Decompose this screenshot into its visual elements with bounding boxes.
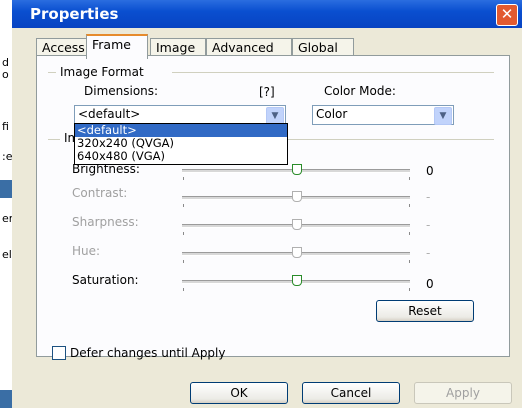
slider-value: -	[426, 246, 431, 260]
dimension-option[interactable]: 640x480 (VGA)	[75, 150, 287, 163]
background-text: o	[2, 68, 9, 81]
slider-thumb	[292, 191, 302, 202]
slider-tick	[409, 177, 410, 180]
ok-button[interactable]: OK	[190, 382, 288, 404]
reset-button[interactable]: Reset	[376, 300, 474, 322]
background-bar	[0, 180, 12, 198]
dimensions-label: Dimensions:	[84, 84, 159, 98]
slider-tick	[183, 260, 184, 263]
cancel-button[interactable]: Cancel	[302, 382, 400, 404]
slider-tick	[183, 204, 184, 207]
slider-tick	[409, 260, 410, 263]
chevron-down-icon[interactable]: ▼	[434, 107, 452, 125]
slider-tick	[183, 232, 184, 235]
slider-label-hue: Hue:	[72, 244, 101, 258]
dimensions-select[interactable]: <default> ▼	[74, 105, 286, 125]
group-border	[48, 72, 56, 73]
color-mode-select[interactable]: Color ▼	[312, 105, 454, 125]
slider-tick	[183, 288, 184, 291]
slider-thumb[interactable]	[292, 164, 302, 175]
image-format-group-label: Image Format	[58, 65, 146, 79]
slider-thumb	[292, 219, 302, 230]
background-text: :e	[2, 150, 13, 163]
slider-tick	[409, 204, 410, 207]
slider-thumb	[292, 247, 302, 258]
dimensions-dropdown-list: <default> 320x240 (QVGA) 640x480 (VGA)	[74, 123, 288, 165]
group-border	[172, 72, 494, 73]
defer-checkbox-label: Defer changes until Apply	[70, 346, 226, 360]
color-mode-select-value: Color	[316, 107, 348, 121]
slider-tick	[409, 288, 410, 291]
group-border	[288, 139, 494, 140]
dimensions-select-value: <default>	[78, 107, 141, 121]
color-mode-label: Color Mode:	[324, 84, 396, 98]
properties-dialog: Properties ✕ Access Frame Image Advanced…	[12, 0, 522, 408]
slider-label-sharpness: Sharpness:	[72, 215, 139, 229]
slider-thumb[interactable]	[292, 275, 302, 286]
title-bar[interactable]: Properties ✕	[12, 0, 522, 28]
group-border	[48, 139, 60, 140]
close-icon: ✕	[500, 5, 514, 23]
slider-value: 0	[426, 277, 434, 291]
slider-label-contrast: Contrast:	[72, 186, 128, 200]
slider-tick	[183, 177, 184, 180]
help-link[interactable]: [?]	[259, 85, 275, 99]
slider-label-saturation: Saturation:	[72, 273, 139, 287]
slider-tick	[409, 232, 410, 235]
background-text: fi	[2, 120, 9, 133]
close-button[interactable]: ✕	[496, 4, 518, 26]
dialog-title: Properties	[30, 5, 119, 23]
slider-value: -	[426, 190, 431, 204]
apply-button[interactable]: Apply	[414, 382, 512, 404]
background-bar	[0, 390, 12, 408]
tab-frame[interactable]: Frame	[86, 34, 148, 59]
defer-checkbox[interactable]	[52, 346, 66, 360]
slider-value: -	[426, 218, 431, 232]
slider-value: 0	[426, 164, 434, 178]
